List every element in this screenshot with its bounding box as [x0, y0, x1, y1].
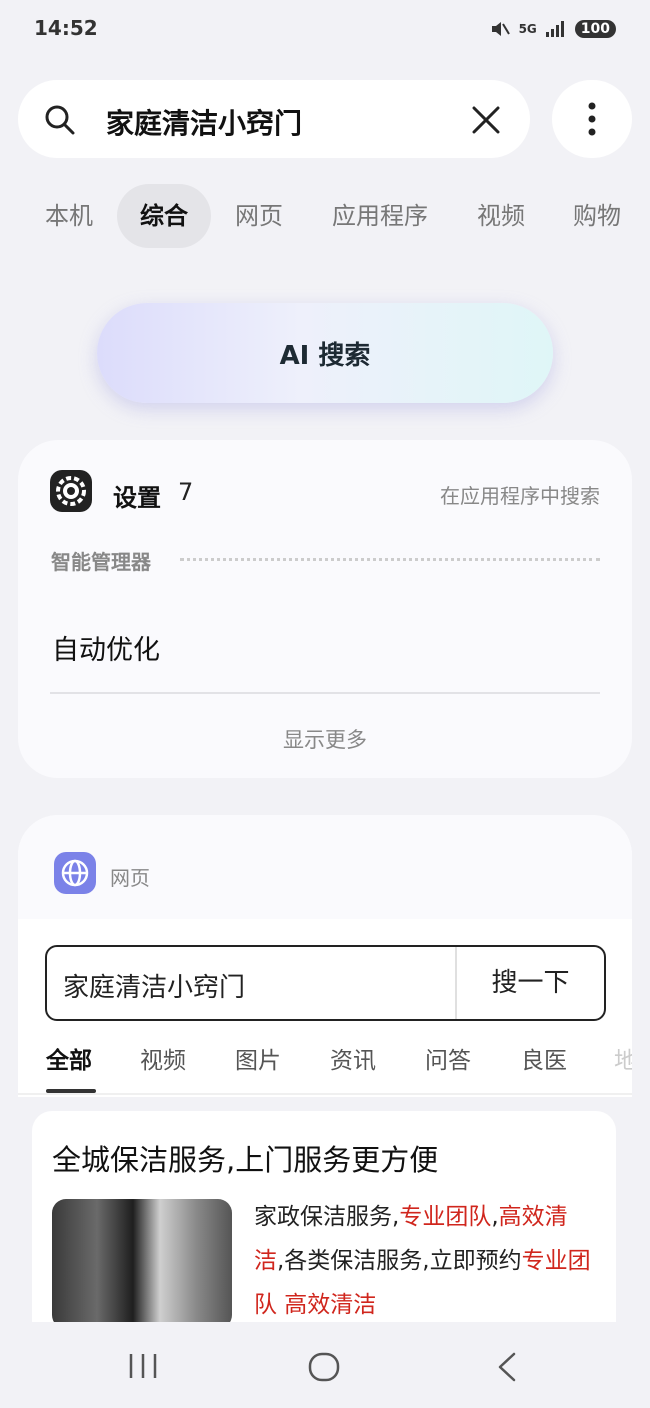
settings-app-title[interactable]: 设置 — [113, 478, 161, 513]
tab-all[interactable]: 综合 — [117, 184, 211, 248]
settings-result-card: 设置 7 在应用程序中搜索 智能管理器 自动优化 显示更多 — [18, 440, 632, 778]
web-card-header: 网页 — [18, 815, 632, 919]
web-tab-news[interactable]: 资讯 — [330, 1041, 376, 1075]
tab-shopping[interactable]: 购物 — [556, 184, 638, 248]
search-input[interactable]: 家庭清洁小窍门 — [106, 102, 302, 142]
battery-indicator: 100 — [574, 20, 616, 38]
dotted-divider — [180, 558, 600, 561]
web-tab-doctor[interactable]: 良医 — [521, 1041, 567, 1075]
tab-apps[interactable]: 应用程序 — [316, 184, 444, 248]
result-title[interactable]: 全城保洁服务,上门服务更方便 — [52, 1137, 438, 1179]
tabs-divider — [18, 1093, 632, 1095]
ai-search-button[interactable]: AI 搜索 — [97, 303, 553, 403]
web-section-label: 网页 — [110, 866, 150, 890]
web-content: 家庭清洁小窍门 搜一下 全部 视频 图片 资讯 问答 良医 地 全城保洁服务,上… — [18, 919, 632, 1375]
result-description: 家政保洁服务,专业团队,高效清洁,各类保洁服务,立即预约专业团队 高效清洁 — [254, 1204, 591, 1318]
status-time: 14:52 — [34, 16, 98, 40]
mute-icon — [491, 22, 510, 36]
web-tabs: 全部 视频 图片 资讯 问答 良医 地 — [18, 1031, 632, 1091]
recent-apps-icon[interactable] — [128, 1352, 158, 1380]
tab-video[interactable]: 视频 — [460, 184, 542, 248]
web-tab-qa[interactable]: 问答 — [425, 1041, 471, 1075]
web-search-button[interactable]: 搜一下 — [457, 947, 604, 1019]
show-more-button[interactable]: 显示更多 — [18, 724, 632, 754]
globe-icon — [54, 852, 96, 894]
settings-result-count: 7 — [178, 478, 194, 506]
category-label: 智能管理器 — [51, 550, 151, 574]
search-in-app-link[interactable]: 在应用程序中搜索 — [440, 480, 600, 509]
tab-web[interactable]: 网页 — [218, 184, 300, 248]
category-tabs: 本机 综合 网页 应用程序 视频 购物 — [0, 184, 650, 248]
result-item-auto-optimize[interactable]: 自动优化 — [52, 628, 160, 667]
status-icons: 5G 100 — [489, 18, 616, 40]
divider — [50, 692, 600, 694]
more-options-button[interactable] — [552, 80, 632, 158]
network-label: 5G — [518, 22, 537, 36]
web-tab-images[interactable]: 图片 — [235, 1041, 281, 1075]
settings-gear-icon[interactable] — [50, 470, 92, 512]
search-bar[interactable]: 家庭清洁小窍门 — [18, 80, 530, 158]
close-icon[interactable] — [470, 104, 502, 136]
web-search-input[interactable]: 家庭清洁小窍门 — [63, 967, 245, 1004]
home-icon[interactable] — [308, 1352, 340, 1382]
web-search-box[interactable]: 家庭清洁小窍门 搜一下 — [45, 945, 606, 1021]
system-nav-bar — [0, 1322, 650, 1408]
signal-icon — [545, 21, 564, 37]
tab-local[interactable]: 本机 — [28, 184, 110, 248]
back-icon[interactable] — [496, 1352, 518, 1382]
web-result-card: 网页 家庭清洁小窍门 搜一下 全部 视频 图片 资讯 问答 良医 地 全城保洁服… — [18, 815, 632, 1375]
result-thumbnail[interactable] — [52, 1199, 232, 1329]
web-tab-video[interactable]: 视频 — [140, 1041, 186, 1075]
more-vert-icon — [588, 102, 596, 136]
search-icon — [45, 105, 75, 135]
web-tab-map[interactable]: 地 — [614, 1041, 632, 1075]
web-tab-all[interactable]: 全部 — [46, 1041, 92, 1075]
